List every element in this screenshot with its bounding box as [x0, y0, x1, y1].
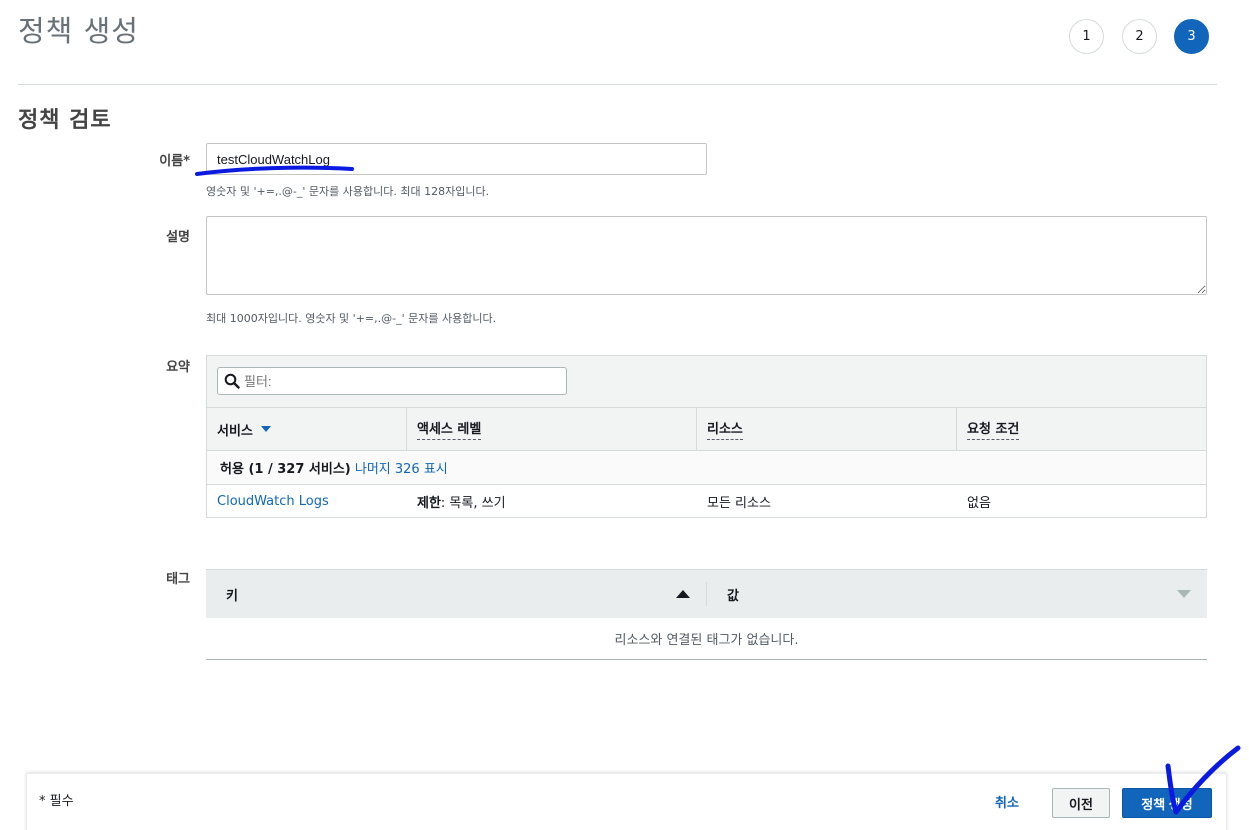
summary-table: 서비스 액세스 레벨 리소스 요청 조건 허용 (1 / 327 서비스) 나머…: [206, 355, 1207, 518]
step-2[interactable]: 2: [1122, 19, 1157, 54]
sort-down-icon: [260, 426, 271, 432]
previous-button[interactable]: 이전: [1052, 788, 1110, 818]
footer-bar: * 필수 취소 이전 정책 생성: [26, 773, 1227, 830]
cancel-button[interactable]: 취소: [995, 792, 1019, 811]
tag-column-key[interactable]: 키: [206, 582, 707, 606]
tags-table: 키 값 리소스와 연결된 태그가 없습니다.: [206, 569, 1207, 660]
column-header-label: 리소스: [707, 418, 743, 440]
description-hint: 최대 1000자입니다. 영숫자 및 '+=,.@-_' 문자를 사용합니다.: [206, 312, 497, 325]
column-header-label: 값: [727, 588, 739, 604]
divider: [18, 84, 1217, 85]
column-header-label: 서비스: [217, 423, 253, 439]
search-icon: [224, 373, 240, 389]
access-level-bold: 제한: [417, 496, 441, 511]
service-link[interactable]: CloudWatch Logs: [217, 494, 329, 509]
sort-down-icon: [1177, 590, 1191, 598]
summary-header-row: 서비스 액세스 레벨 리소스 요청 조건: [207, 408, 1206, 451]
filter-box[interactable]: [217, 367, 567, 395]
create-policy-button[interactable]: 정책 생성: [1122, 788, 1212, 818]
name-label: 이름*: [159, 154, 190, 169]
column-header-label: 액세스 레벨: [417, 418, 482, 440]
step-3-current[interactable]: 3: [1174, 19, 1209, 54]
policy-name-input[interactable]: [206, 143, 707, 175]
section-title: 정책 검토: [18, 108, 112, 133]
summary-label: 요약: [166, 360, 190, 375]
column-header-access-level[interactable]: 액세스 레벨: [407, 408, 697, 450]
description-textarea[interactable]: [206, 216, 1207, 295]
column-header-resource[interactable]: 리소스: [697, 408, 957, 450]
condition-cell: 없음: [967, 496, 991, 511]
show-remaining-link[interactable]: 나머지 326 표시: [355, 458, 448, 477]
tags-header-row: 키 값: [206, 570, 1207, 618]
description-label: 설명: [166, 230, 190, 245]
resource-cell: 모든 리소스: [707, 496, 771, 511]
access-level-detail: : 목록, 쓰기: [440, 496, 506, 511]
tags-empty-message: 리소스와 연결된 태그가 없습니다.: [614, 633, 799, 648]
step-1[interactable]: 1: [1069, 19, 1104, 54]
sort-up-icon: [676, 590, 690, 598]
name-hint: 영숫자 및 '+=,.@-_' 문자를 사용합니다. 최대 128자입니다.: [206, 185, 490, 198]
tag-column-value[interactable]: 값: [707, 570, 1207, 618]
column-header-request-condition[interactable]: 요청 조건: [957, 408, 1206, 450]
allow-group-row: 허용 (1 / 327 서비스) 나머지 326 표시: [207, 451, 1206, 485]
wizard-steps: 1 2 3: [1069, 19, 1209, 55]
allow-count: 허용 (1 / 327 서비스): [220, 462, 351, 477]
column-header-label: 요청 조건: [967, 418, 1020, 440]
tag-label: 태그: [166, 572, 190, 587]
filter-input[interactable]: [244, 373, 544, 389]
page-title: 정책 생성: [18, 14, 139, 48]
column-header-label: 키: [226, 588, 238, 604]
required-note: * 필수: [39, 794, 74, 809]
summary-toolbar: [207, 356, 1206, 408]
column-header-service[interactable]: 서비스: [207, 408, 407, 450]
table-row: CloudWatch Logs 제한: 목록, 쓰기 모든 리소스 없음: [207, 485, 1206, 518]
